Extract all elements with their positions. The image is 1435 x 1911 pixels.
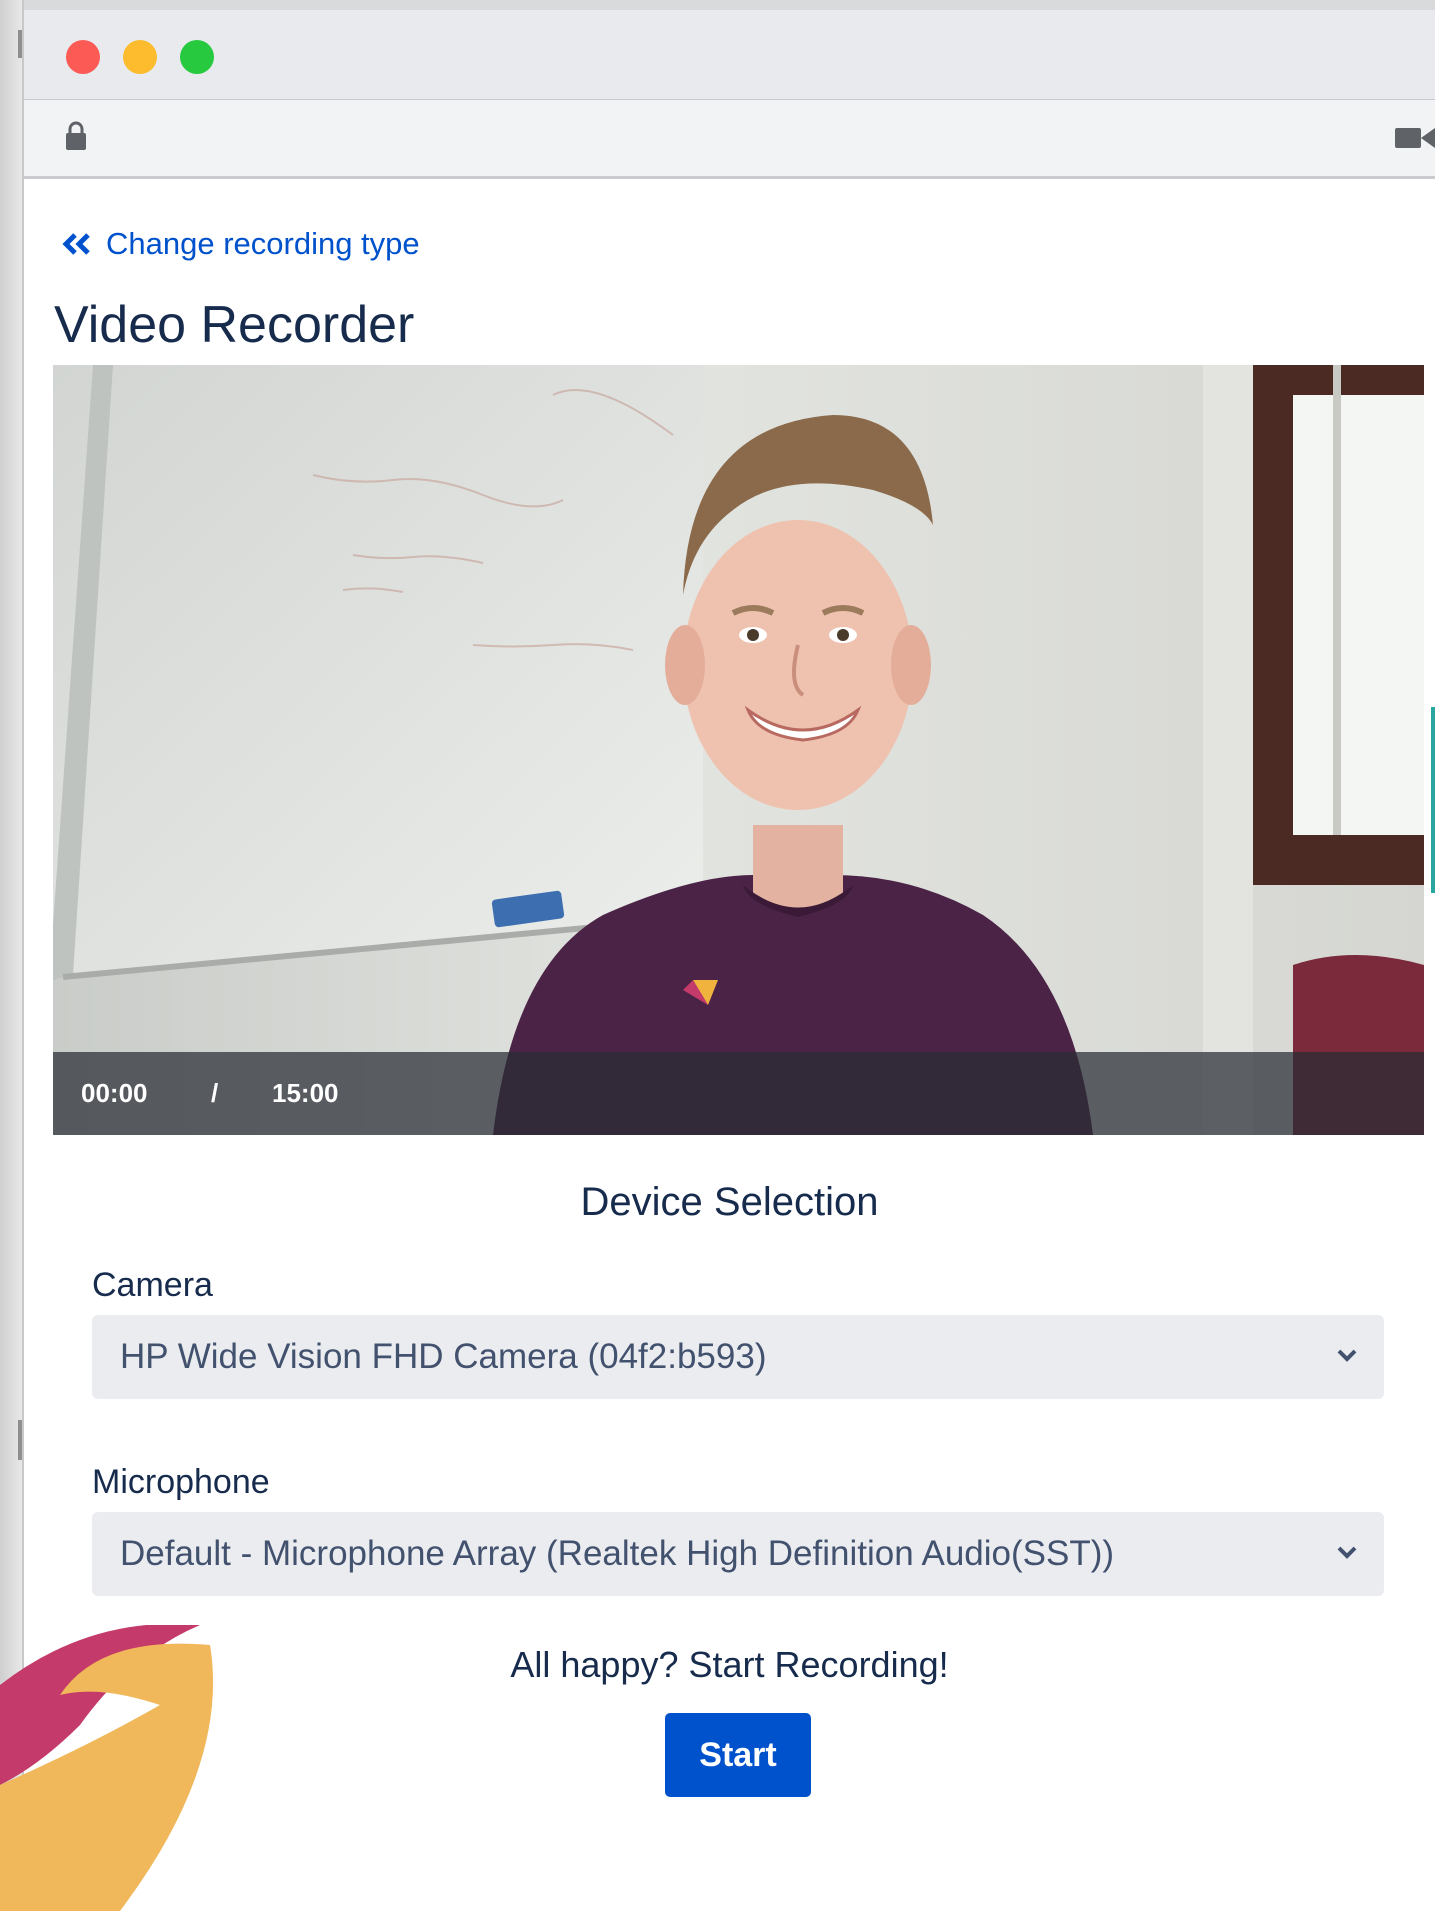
microphone-select[interactable]: Default - Microphone Array (Realtek High… — [92, 1512, 1384, 1596]
change-recording-type-link[interactable]: Change recording type — [62, 226, 420, 262]
microphone-select-value: Default - Microphone Array (Realtek High… — [120, 1534, 1115, 1573]
chevron-down-icon — [1337, 1349, 1357, 1362]
minimize-window-button[interactable] — [123, 40, 157, 74]
chevron-down-icon — [1337, 1546, 1357, 1559]
video-preview[interactable]: 00:00 / 15:00 — [53, 365, 1424, 1135]
lock-icon — [66, 121, 86, 150]
window-titlebar — [24, 0, 1435, 100]
video-controls-bar: 00:00 / 15:00 — [53, 1052, 1424, 1135]
double-chevron-left-icon — [62, 233, 90, 255]
device-selection-heading: Device Selection — [580, 1180, 879, 1224]
page-title: Video Recorder — [54, 296, 415, 354]
back-link-label: Change recording type — [106, 226, 420, 261]
camera-label: Camera — [92, 1266, 213, 1304]
webcam-frame — [53, 365, 1424, 1135]
camera-select-value: HP Wide Vision FHD Camera (04f2:b593) — [120, 1337, 767, 1376]
current-time: 00:00 — [81, 1078, 148, 1108]
video-camera-icon[interactable] — [1395, 124, 1435, 152]
camera-select[interactable]: HP Wide Vision FHD Camera (04f2:b593) — [92, 1315, 1384, 1399]
side-tab[interactable] — [1431, 707, 1435, 893]
browser-window: Change recording type Video Recorder 00:… — [22, 0, 1435, 1911]
microphone-label: Microphone — [92, 1463, 270, 1501]
start-button[interactable]: Start — [665, 1713, 811, 1797]
maximize-window-button[interactable] — [180, 40, 214, 74]
start-prompt: All happy? Start Recording! — [510, 1644, 949, 1685]
address-bar[interactable] — [24, 100, 1435, 179]
time-separator: / — [211, 1078, 219, 1108]
close-window-button[interactable] — [66, 40, 100, 74]
total-time: 15:00 — [272, 1078, 339, 1108]
lively-apps-logo — [0, 1625, 214, 1911]
